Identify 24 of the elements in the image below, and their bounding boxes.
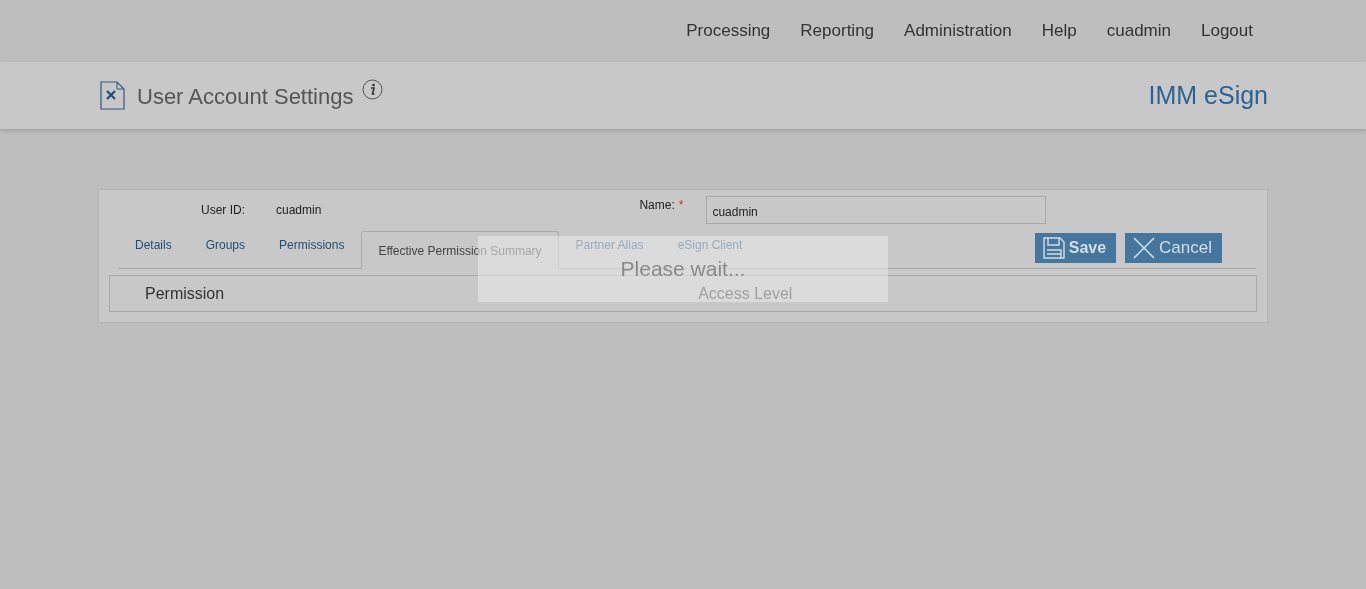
tab[interactable]: Details <box>118 231 189 257</box>
nav-link[interactable]: Help <box>1041 21 1077 41</box>
tab[interactable]: Permissions <box>262 231 362 257</box>
info-icon[interactable] <box>362 79 384 100</box>
nav-link[interactable]: Reporting <box>800 21 875 41</box>
cancel-button[interactable]: Cancel <box>1125 233 1222 263</box>
nav-link[interactable]: cuadmin <box>1106 21 1171 41</box>
document-icon <box>100 81 125 110</box>
nav-link[interactable]: Logout <box>1201 21 1253 41</box>
field-label: User ID: <box>201 203 245 217</box>
close-icon <box>1133 237 1156 259</box>
tab[interactable]: Groups <box>188 231 263 257</box>
page-title: User Account Settings <box>137 83 354 110</box>
brand-name: IMM eSign <box>1148 81 1268 110</box>
loading-message: Please wait... <box>620 259 746 279</box>
nav-link[interactable]: Administration <box>904 21 1012 41</box>
column-header: Access Level <box>698 284 793 303</box>
field-label: Name: <box>639 198 675 212</box>
save-button[interactable]: Save <box>1034 233 1117 263</box>
user-id-value: cuadmin <box>276 203 322 217</box>
column-header: Permission <box>145 284 225 303</box>
required-mark: * <box>678 198 684 212</box>
name-field[interactable]: cuadmin <box>706 196 1047 224</box>
nav-link[interactable]: Processing <box>686 21 771 41</box>
